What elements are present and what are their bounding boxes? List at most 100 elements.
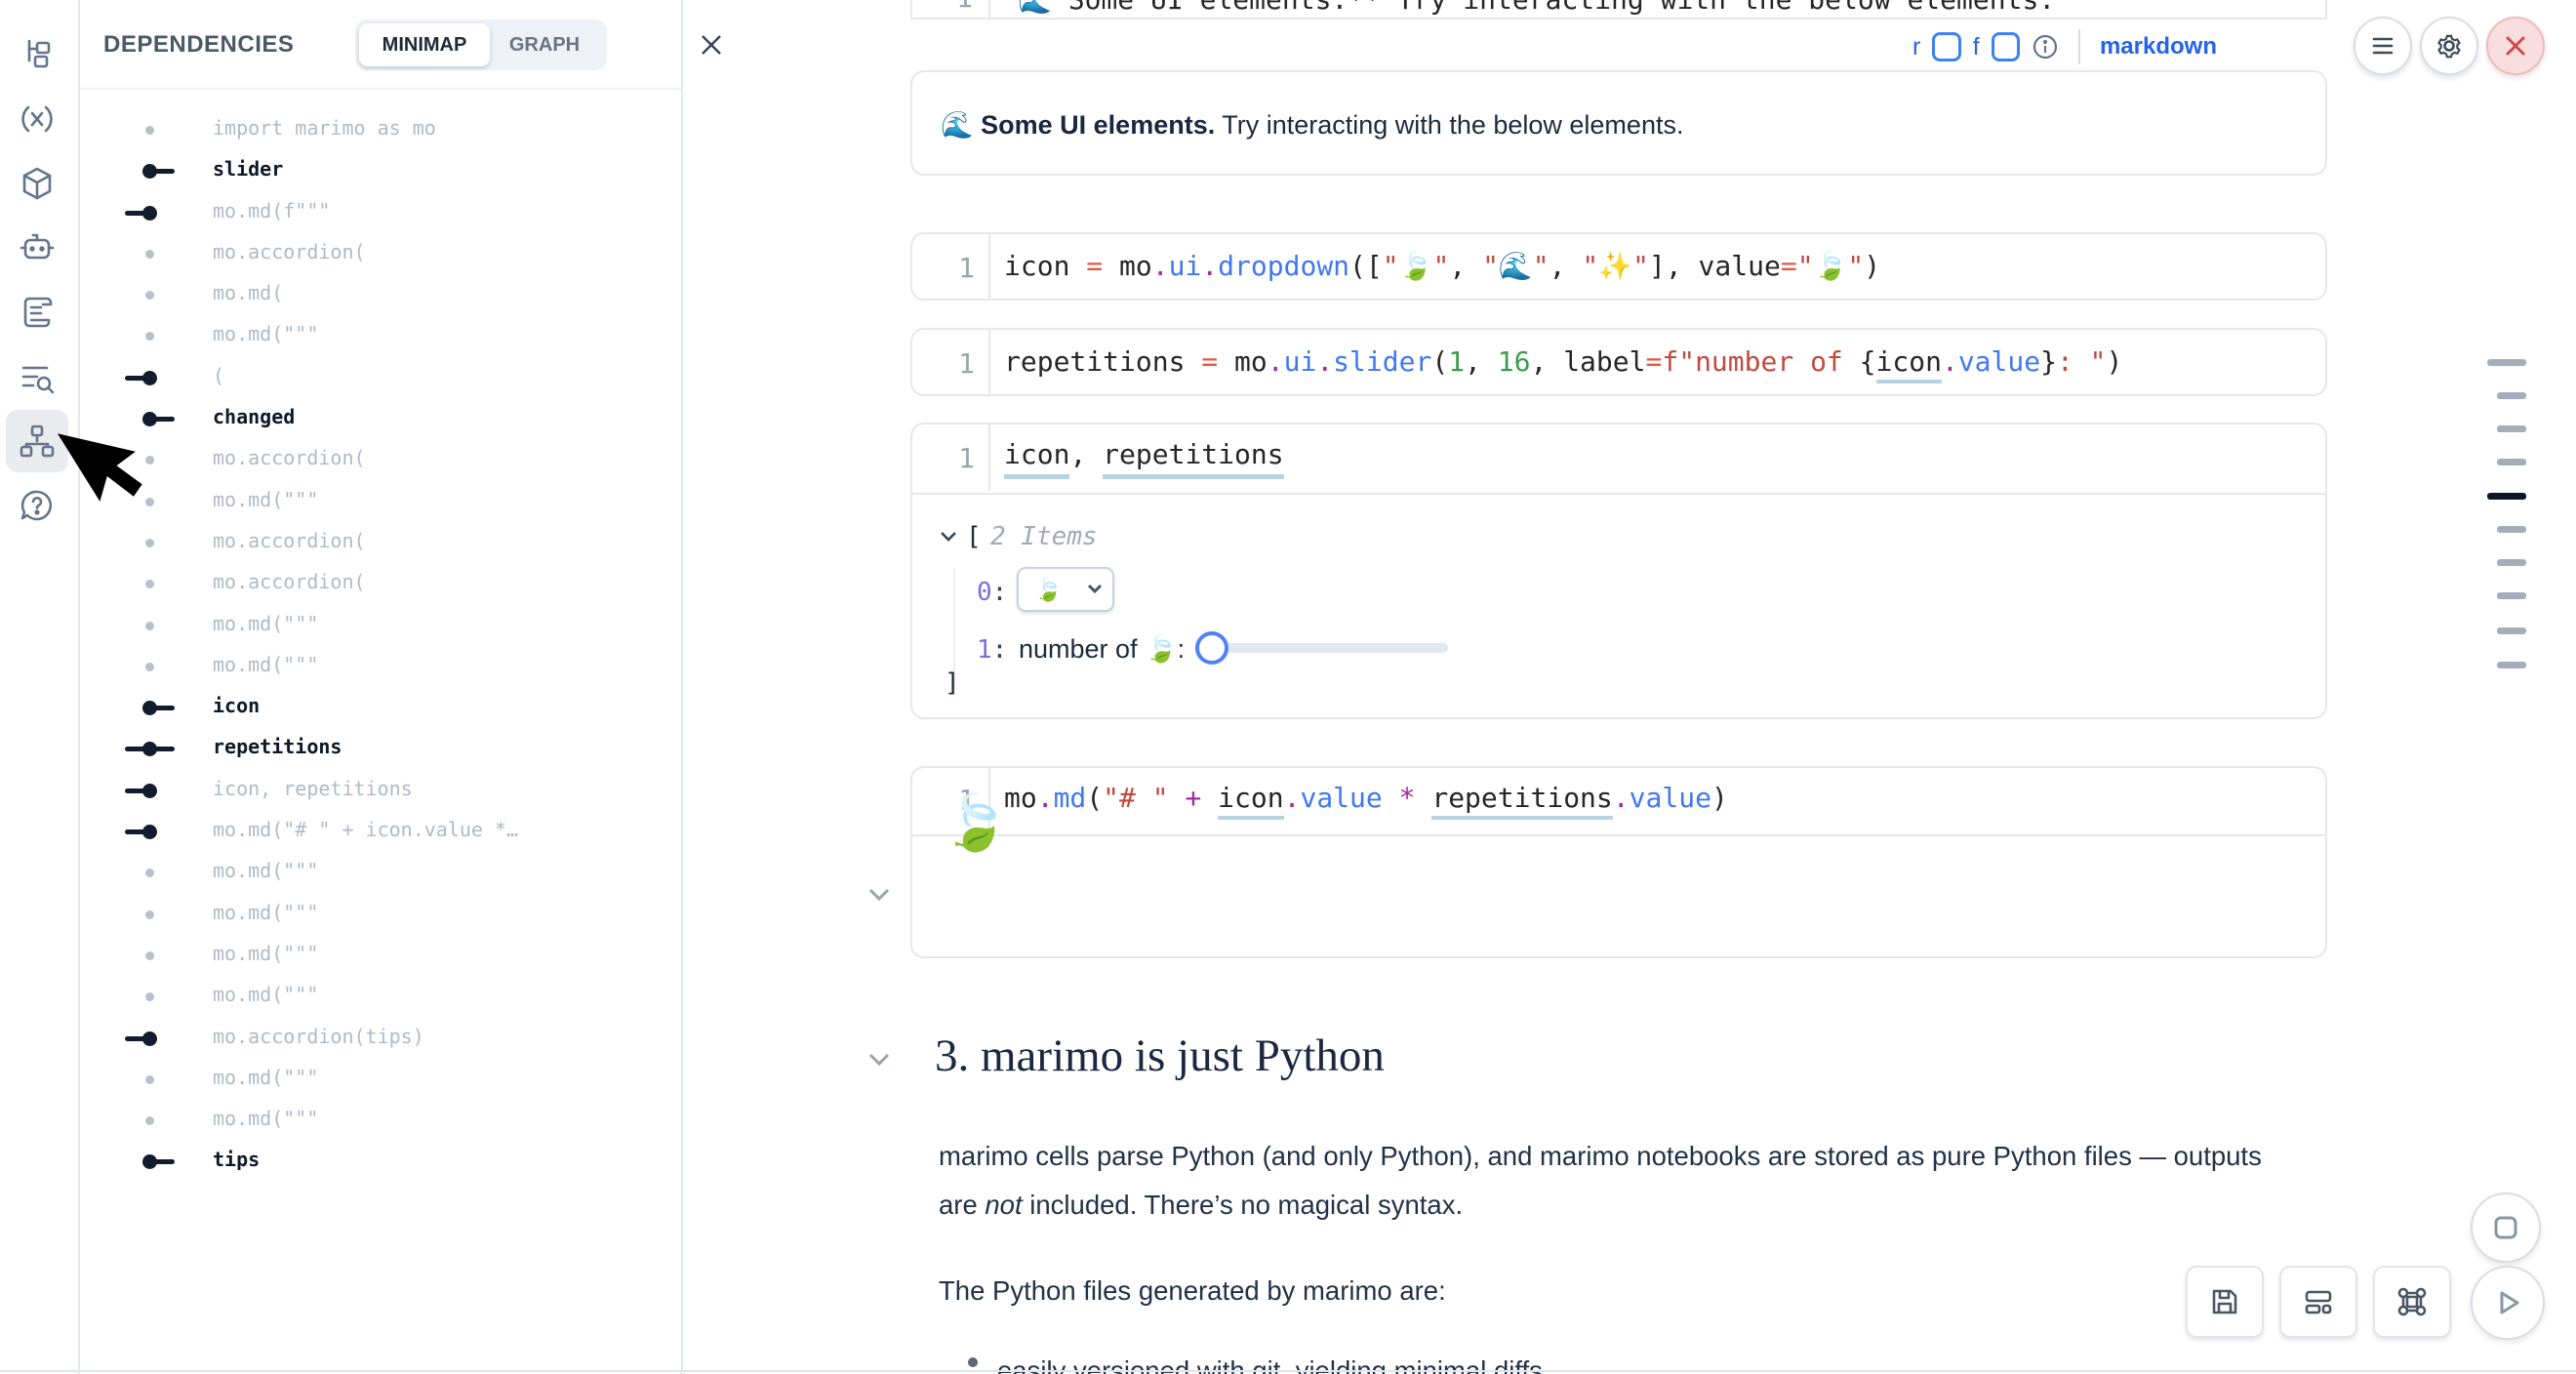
panel-title: DEPENDENCIES: [103, 31, 294, 59]
layout-button[interactable]: [2279, 1266, 2357, 1338]
cell-marker-icon: [125, 852, 180, 893]
cell-marker-icon: [125, 894, 180, 935]
collapse-section-chevron-icon[interactable]: [866, 1051, 892, 1069]
section-paragraph-2: The Python files generated by marimo are…: [939, 1267, 1446, 1315]
fstring-toggle-label: f: [1973, 33, 1980, 61]
minimap-row[interactable]: icon, repetitions: [80, 770, 681, 811]
minimap-cell-label: mo.md(""": [213, 859, 318, 882]
minimap-row[interactable]: tips: [80, 1141, 681, 1182]
help-icon[interactable]: [6, 474, 68, 537]
cell-code[interactable]: 🌊 Some UI elements.** Try interacting wi…: [1018, 0, 2055, 16]
minimap-row[interactable]: mo.md("# " + icon.value *…: [80, 811, 681, 852]
tab-graph[interactable]: GRAPH: [490, 23, 599, 66]
close-panel-icon[interactable]: [697, 30, 726, 60]
minimap-row[interactable]: mo.md(""": [80, 605, 681, 646]
tree-chevron-icon[interactable]: [940, 530, 957, 547]
scroll-mark[interactable]: [2487, 359, 2526, 366]
ai-assistant-icon[interactable]: [6, 217, 68, 279]
scroll-mark[interactable]: [2497, 627, 2526, 634]
shutdown-button[interactable]: [2486, 17, 2545, 75]
cell-code[interactable]: mo.md("# " + icon.value * repetitions.va…: [1004, 782, 1728, 814]
language-select[interactable]: markdown: [2100, 33, 2217, 61]
minimap-row[interactable]: mo.md(""": [80, 976, 681, 1017]
scroll-mark[interactable]: [2497, 392, 2526, 399]
cell-marker-icon: [125, 811, 180, 852]
stop-button[interactable]: [2471, 1192, 2541, 1263]
minimap-row[interactable]: mo.md(""": [80, 646, 681, 687]
minimap-row[interactable]: (: [80, 357, 681, 398]
code-cell-md-heading: 1 mo.md("# " + icon.value * repetitions.…: [910, 766, 2327, 958]
fstring-checkbox[interactable]: [1992, 32, 2020, 61]
scroll-mark-current[interactable]: [2487, 493, 2526, 500]
minimap-row[interactable]: mo.md(""": [80, 935, 681, 976]
code-cell-slider[interactable]: 1 repetitions = mo.ui.slider(1, 16, labe…: [910, 328, 2327, 396]
repetitions-slider-track[interactable]: [1212, 643, 1448, 653]
minimap-row[interactable]: mo.md(""": [80, 1100, 681, 1141]
tree-close-bracket: ]: [945, 668, 960, 698]
minimap-row[interactable]: mo.accordion(: [80, 563, 681, 604]
minimap-cell-label: mo.md(""": [213, 1066, 318, 1089]
file-explorer-icon[interactable]: [6, 23, 68, 86]
save-button[interactable]: [2186, 1266, 2264, 1338]
minimap-cell-label: mo.accordion(: [213, 570, 366, 593]
cell-marker-icon: [125, 192, 180, 233]
minimap-row[interactable]: import marimo as mo: [80, 109, 681, 150]
minimap-row[interactable]: mo.accordion(: [80, 233, 681, 274]
minimap-row[interactable]: mo.md(""": [80, 315, 681, 356]
minimap-row[interactable]: mo.md(""": [80, 894, 681, 935]
dependencies-panel-header: DEPENDENCIES MINIMAP GRAPH: [80, 0, 681, 90]
dropdown-value: 🍃: [1034, 577, 1063, 603]
code-cell-dropdown[interactable]: 1 icon = mo.ui.dropdown(["🍃", "🌊", "✨"],…: [910, 232, 2327, 301]
collapse-output-chevron-icon[interactable]: [866, 886, 892, 904]
scroll-mark[interactable]: [2497, 592, 2526, 599]
minimap-row[interactable]: mo.md(f""": [80, 192, 681, 233]
run-button[interactable]: [2471, 1266, 2545, 1340]
minimap-cell-label: mo.md(""": [213, 901, 318, 924]
scroll-mark[interactable]: [2497, 526, 2526, 533]
cell-code[interactable]: icon, repetitions: [1004, 438, 1284, 470]
cell-marker-icon: [125, 1018, 180, 1059]
markdown-editor-cell-cut[interactable]: 1 🌊 Some UI elements.** Try interacting …: [910, 0, 2327, 20]
icon-dropdown[interactable]: 🍃: [1017, 567, 1114, 612]
tree-item-count: 2 Items: [990, 522, 1098, 551]
minimap-row[interactable]: mo.md(: [80, 274, 681, 315]
scroll-mark[interactable]: [2497, 459, 2526, 465]
scroll-mark[interactable]: [2497, 559, 2526, 566]
wave-emoji: 🌊: [941, 110, 974, 140]
reactive-checkbox[interactable]: [1932, 32, 1960, 61]
cell-code[interactable]: repetitions = mo.ui.slider(1, 16, label=…: [1004, 345, 2122, 378]
variables-icon[interactable]: [6, 88, 68, 150]
minimap-row[interactable]: mo.accordion(: [80, 522, 681, 563]
minimap-cell-label: mo.md(""": [213, 1107, 318, 1130]
minimap-row[interactable]: mo.md(""": [80, 1059, 681, 1100]
minimap-row[interactable]: icon: [80, 687, 681, 728]
packages-icon[interactable]: [6, 152, 68, 215]
minimap-cell-label: mo.md("# " + icon.value *…: [213, 818, 518, 841]
minimap-cell-label: changed: [213, 405, 295, 428]
cell-marker-icon: [125, 687, 180, 728]
stop-square-icon: [2491, 1213, 2520, 1242]
minimap-cell-label: mo.md(""": [213, 942, 318, 965]
section-heading: 3. marimo is just Python: [935, 1030, 1385, 1082]
line-number: 1: [912, 347, 975, 380]
line-number: 1: [912, 442, 975, 474]
cell-code[interactable]: icon = mo.ui.dropdown(["🍃", "🌊", "✨"], v…: [1004, 250, 1880, 282]
scroll-mark[interactable]: [2497, 425, 2526, 432]
notebook-menu-button[interactable]: [2354, 17, 2412, 75]
outline-icon[interactable]: [6, 345, 68, 408]
minimap-row[interactable]: slider: [80, 150, 681, 191]
minimap-row[interactable]: mo.md(""": [80, 852, 681, 893]
minimap-row[interactable]: repetitions: [80, 728, 681, 769]
keyboard-shortcuts-button[interactable]: [2373, 1266, 2451, 1338]
minimap-row[interactable]: changed: [80, 398, 681, 439]
tab-minimap[interactable]: MINIMAP: [359, 23, 490, 66]
minimap-row[interactable]: mo.accordion(tips): [80, 1018, 681, 1059]
logs-icon[interactable]: [6, 281, 68, 344]
cell-marker-icon: [125, 976, 180, 1017]
repetitions-slider-handle[interactable]: [1195, 631, 1228, 665]
scroll-mark[interactable]: [2497, 662, 2526, 668]
settings-button[interactable]: [2420, 17, 2478, 75]
info-icon[interactable]: [2032, 33, 2059, 61]
cell-marker-icon: [125, 109, 180, 150]
minimap-cell-label: mo.md(: [213, 281, 283, 304]
